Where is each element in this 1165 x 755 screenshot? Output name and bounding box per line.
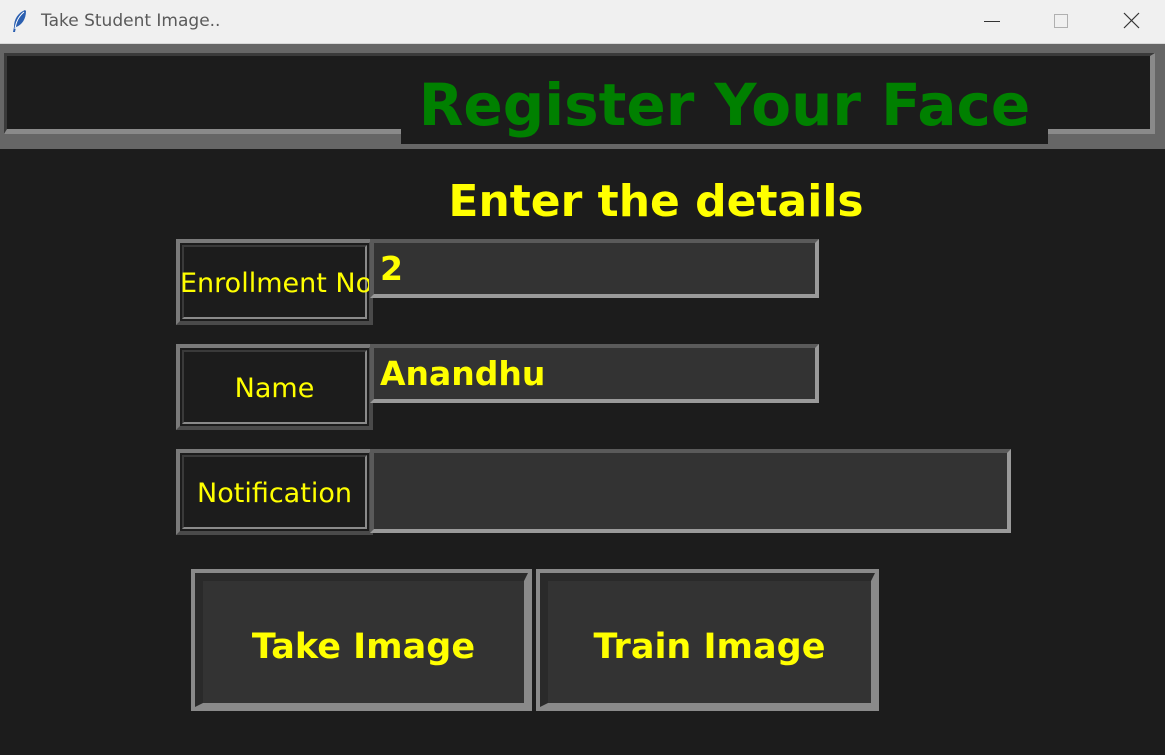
minimize-button[interactable] [958,0,1026,43]
name-input[interactable]: Anandhu [370,344,819,403]
enrollment-input[interactable]: 2 [370,239,819,298]
maximize-button[interactable] [1027,0,1095,43]
name-input-value: Anandhu [380,354,546,393]
minimize-icon [984,21,1000,22]
maximize-icon [1054,14,1068,28]
app-window: Take Student Image.. Register Your Face … [0,0,1165,755]
enrollment-label-text: Enrollment No [180,268,373,299]
header-title: Register Your Face [418,71,1031,139]
train-image-label: Train Image [593,627,826,667]
close-icon [1123,12,1140,29]
form-subtitle: Enter the details [448,176,864,227]
name-label-text: Name [234,373,315,404]
close-button[interactable] [1097,0,1165,43]
window-title: Take Student Image.. [41,11,221,31]
notification-label: Notification [176,449,373,535]
title-bar: Take Student Image.. [0,0,1165,44]
enrollment-input-value: 2 [380,249,403,288]
enrollment-label: Enrollment No [176,239,373,325]
take-image-label: Take Image [251,627,476,667]
name-label: Name [176,344,373,430]
feather-icon [10,9,30,33]
train-image-button[interactable]: Train Image [536,569,879,711]
notification-label-text: Notification [197,478,352,509]
notification-field [370,449,1011,533]
take-image-button[interactable]: Take Image [191,569,532,711]
